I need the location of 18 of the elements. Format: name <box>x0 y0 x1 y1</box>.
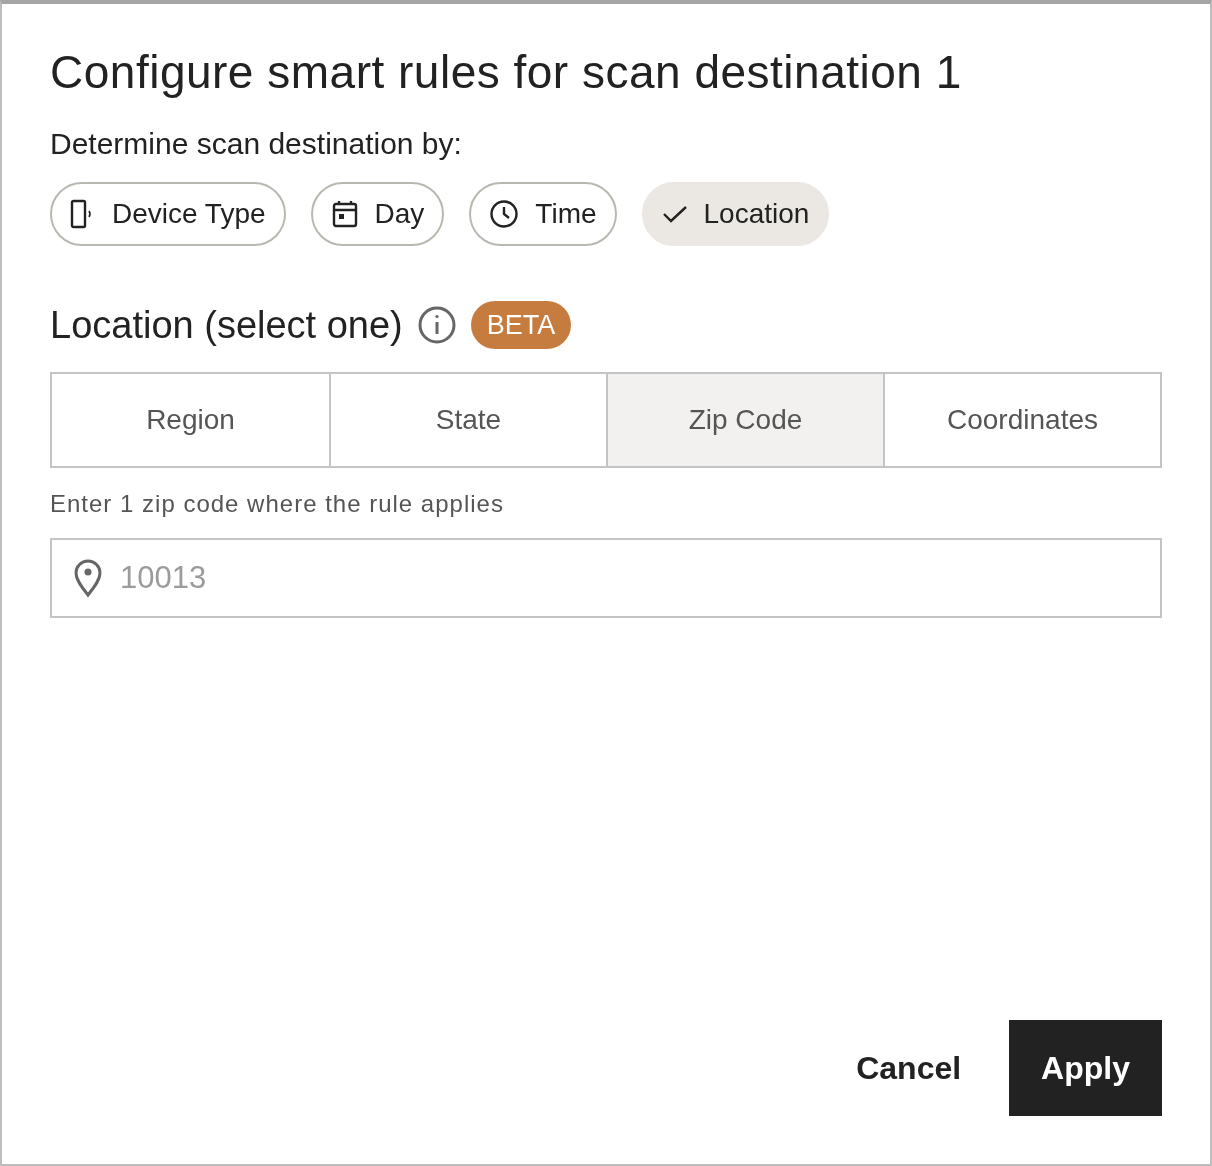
dialog-title: Configure smart rules for scan destination 1 <box>50 45 963 100</box>
location-tab[interactable]: Zip Code <box>606 374 883 466</box>
criteria-chip[interactable]: Location <box>641 182 830 246</box>
criteria-chip[interactable]: Device Type <box>50 182 286 246</box>
zip-field[interactable]: 10013 <box>50 538 1162 618</box>
criteria-chip[interactable]: Day <box>310 182 445 246</box>
apply-button[interactable]: Apply <box>1009 1020 1162 1116</box>
cancel-button[interactable]: Cancel <box>856 1020 962 1116</box>
clock-icon <box>489 199 520 229</box>
beta-badge: BETA <box>470 301 572 349</box>
map-pin-icon <box>72 558 104 598</box>
criteria-label: Determine scan destination by: <box>50 126 463 162</box>
section-title: Location (select one) <box>50 303 403 348</box>
calendar-icon <box>330 199 359 229</box>
info-icon[interactable] <box>416 305 457 345</box>
check-icon <box>661 204 688 224</box>
zip-hint: Enter 1 zip code where the rule applies <box>50 489 505 519</box>
criteria-chip[interactable]: Time <box>469 182 617 246</box>
